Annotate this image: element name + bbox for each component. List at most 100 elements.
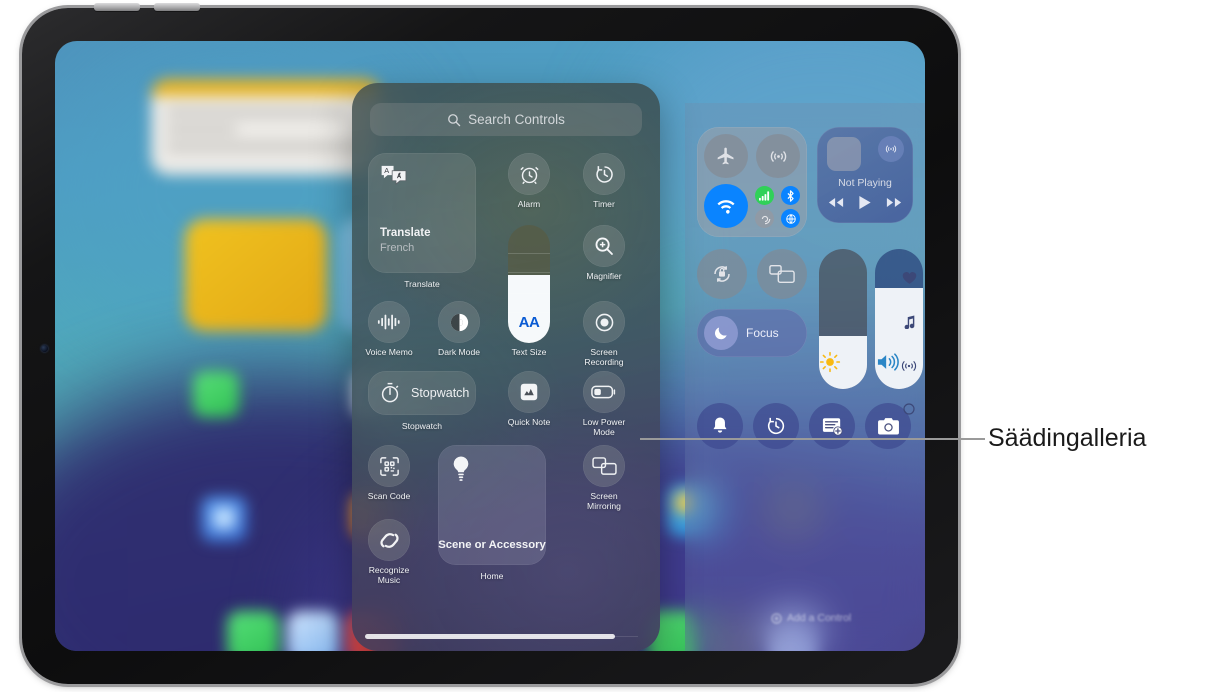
quick-note-button[interactable] [809,403,855,449]
text-size-slider[interactable]: AA [508,225,550,343]
search-placeholder: Search Controls [468,112,565,127]
callout-label: Säädingalleria [988,424,1147,452]
music-note-icon[interactable] [903,315,916,329]
gallery-item-label-line2: Mirroring [587,501,621,512]
wifi-icon [715,197,737,215]
brightness-slider[interactable] [819,249,867,389]
home-indicator[interactable] [365,634,615,639]
gallery-item-label-line1: Low Power [582,417,626,427]
dock-app-icon [287,611,339,651]
connectivity-group [697,127,807,237]
control-center-page-dots [901,271,917,415]
alarm-clock-icon [508,153,550,195]
app-icon [213,507,235,529]
stopwatch-icon [378,381,402,405]
gallery-item-screen-recording[interactable]: Screen Recording [583,301,625,367]
gallery-item-label: Translate [404,279,440,289]
now-playing-widget[interactable]: Not Playing [817,127,913,223]
add-a-control-button[interactable]: Add a Control [771,612,851,624]
waveform-icon [368,301,410,343]
gallery-item-scene-or-accessory[interactable]: Scene or Accessory Home [438,445,546,581]
gallery-item-magnifier[interactable]: Magnifier [583,225,625,281]
silent-mode-button[interactable] [697,403,743,449]
rewind-icon[interactable] [828,197,844,208]
lightbulb-icon [450,455,472,483]
hotspot-button[interactable] [755,209,774,228]
notes-widget [151,79,381,175]
timer-icon [583,153,625,195]
gallery-item-scan-code[interactable]: Scan Code [368,445,410,501]
gallery-item-low-power-mode[interactable]: Low Power Mode [583,371,625,437]
gallery-item-label-line1: Recognize [368,565,410,575]
forward-icon[interactable] [886,197,902,208]
aa-icon: AA [518,314,540,331]
cellular-button[interactable] [755,186,774,205]
airplane-mode-button[interactable] [704,134,748,178]
translate-icon: A [380,163,408,185]
bluetooth-icon [786,189,795,202]
heart-icon[interactable] [902,271,917,285]
record-icon [583,301,625,343]
gallery-item-label: Voice Memo [365,347,413,357]
screenshot-root: Not Playing Focus Add a Control Search C… [0,0,1205,692]
gallery-item-label: Quick Note [507,417,551,427]
airplay-button[interactable] [878,136,904,162]
focus-button[interactable]: Focus [697,309,807,357]
quick-note-add-icon [821,416,843,436]
stage-manager-button[interactable] [757,249,807,299]
hotspot-icon [759,213,771,225]
bluetooth-button[interactable] [781,186,800,205]
timer-button[interactable] [753,403,799,449]
now-playing-status: Not Playing [838,177,892,189]
wifi-button[interactable] [704,184,748,228]
focus-label: Focus [746,326,779,340]
qr-scan-icon [368,445,410,487]
control-center-bottom-row [697,403,913,449]
gallery-item-label: Scan Code [367,491,411,501]
gallery-item-translate[interactable]: A Translate French Translate [368,153,476,289]
search-icon [447,113,461,127]
rotation-lock-button[interactable] [697,249,747,299]
play-icon[interactable] [858,195,872,210]
ipad-device: Not Playing Focus Add a Control Search C… [19,3,961,687]
timer-icon [765,415,787,437]
airplane-icon [716,146,736,166]
gallery-item-stopwatch[interactable]: Stopwatch Stopwatch [368,371,476,431]
moon-icon [704,316,738,350]
callout-leader-line [640,438,985,440]
volume-up-button[interactable] [94,3,140,11]
airdrop-icon [768,146,789,167]
gallery-item-timer[interactable]: Timer [583,153,625,209]
connectivity-icon[interactable] [901,359,917,373]
gallery-item-label: Alarm [517,199,541,209]
gallery-item-label: Timer [593,199,615,209]
volume-down-button[interactable] [154,3,200,11]
gallery-item-alarm[interactable]: Alarm [508,153,550,209]
airdrop-small-button[interactable] [781,209,800,228]
gallery-item-dark-mode[interactable]: Dark Mode [438,301,480,357]
gallery-item-label-line2: Recording [584,357,624,368]
airdrop-button[interactable] [756,134,800,178]
gallery-item-quick-note[interactable]: Quick Note [508,371,550,427]
scene-title: Scene or Accessory [438,539,546,551]
gallery-item-label-line2: Mode [593,427,615,438]
front-camera [41,345,48,352]
gallery-item-label: Text Size [511,347,547,357]
gallery-item-screen-mirroring[interactable]: Screen Mirroring [583,445,625,511]
circle-icon[interactable] [903,403,915,415]
gallery-item-label-line2: Music [377,575,401,586]
quick-note-icon [508,371,550,413]
controls-gallery-panel: Search Controls A Translate French Trans… [352,83,660,651]
svg-text:A: A [384,166,389,175]
gallery-item-text-size[interactable]: AA Text Size [508,225,550,357]
cellular-bars-icon [759,190,770,201]
gallery-item-label: Magnifier [586,271,622,281]
gallery-item-voice-memo[interactable]: Voice Memo [365,301,413,357]
stopwatch-title: Stopwatch [411,386,470,400]
magnifier-icon [583,225,625,267]
control-center-panel: Not Playing Focus [685,103,925,651]
gallery-item-recognize-music[interactable]: Recognize Music [368,519,410,585]
search-controls-field[interactable]: Search Controls [370,103,642,136]
gallery-item-label-line1: Screen [590,347,618,357]
plus-circle-icon [771,612,782,624]
